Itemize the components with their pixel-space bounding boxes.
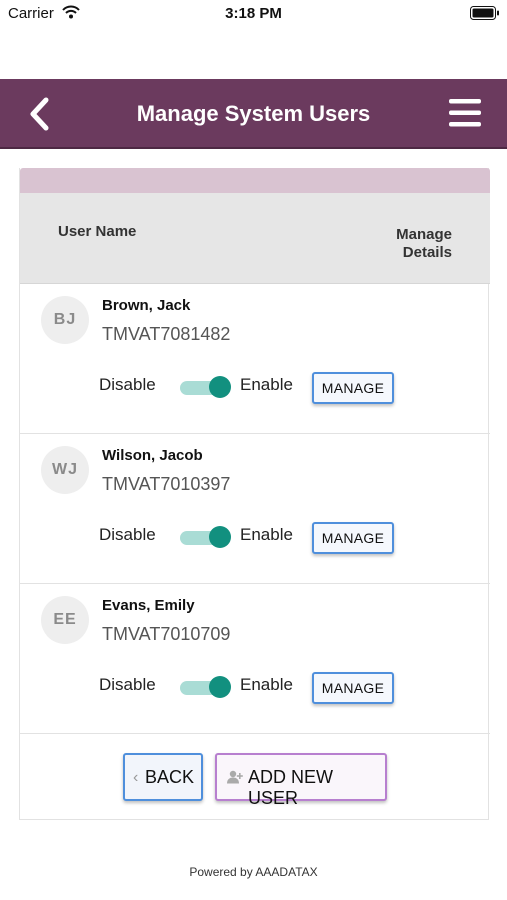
manage-button[interactable]: MANAGE xyxy=(312,372,394,404)
add-new-user-button[interactable]: ADD NEW USER xyxy=(215,753,387,808)
page-title: Manage System Users xyxy=(136,101,371,126)
avatar: EE xyxy=(41,596,89,644)
column-header-manage-line1: Manage xyxy=(396,226,452,243)
disable-label: Disable xyxy=(99,675,156,694)
user-row: BJ Brown, Jack TMVAT7081482 Disable Enab… xyxy=(20,284,490,434)
user-name: Brown, Jack xyxy=(102,297,191,314)
enable-toggle[interactable] xyxy=(180,376,232,398)
footer-actions: ‹ BACK ADD NEW USER xyxy=(20,734,490,820)
user-id: TMVAT7081482 xyxy=(102,324,231,344)
app-header: Manage System Users xyxy=(0,79,507,149)
disable-label: Disable xyxy=(99,525,156,544)
users-panel: User Name Manage Details BJ Brown, Jack … xyxy=(19,168,490,820)
manage-button[interactable]: MANAGE xyxy=(312,672,394,704)
column-header-manage-line2: Details xyxy=(402,244,452,261)
powered-by-text: Powered by AAADATAX xyxy=(189,865,318,879)
enable-label: Enable xyxy=(240,375,293,394)
disable-label: Disable xyxy=(99,375,156,394)
user-row: WJ Wilson, Jacob TMVAT7010397 Disable En… xyxy=(20,434,490,584)
status-time: 3:18 PM xyxy=(225,5,282,22)
column-header-username: User Name xyxy=(58,223,137,240)
enable-toggle[interactable] xyxy=(180,676,232,698)
toggle-knob xyxy=(209,526,231,548)
manage-button[interactable]: MANAGE xyxy=(312,522,394,554)
user-id: TMVAT7010709 xyxy=(102,624,231,644)
menu-button[interactable] xyxy=(447,97,483,129)
back-button-label: BACK xyxy=(145,767,195,787)
back-button[interactable]: ‹ BACK xyxy=(123,753,203,801)
hamburger-menu-icon xyxy=(449,99,481,127)
chevron-left-small-icon: ‹ xyxy=(133,769,139,786)
avatar: BJ xyxy=(41,296,89,344)
enable-label: Enable xyxy=(240,525,293,544)
table-header: User Name Manage Details xyxy=(20,193,490,284)
enable-label: Enable xyxy=(240,675,293,694)
user-name: Wilson, Jacob xyxy=(102,447,203,464)
panel-topbar xyxy=(20,168,490,193)
user-name: Evans, Emily xyxy=(102,597,195,614)
column-header-manage-details: Manage Details xyxy=(396,226,452,262)
avatar: WJ xyxy=(41,446,89,494)
enable-toggle[interactable] xyxy=(180,526,232,548)
user-id: TMVAT7010397 xyxy=(102,474,231,494)
toggle-knob xyxy=(209,676,231,698)
add-user-icon xyxy=(226,770,244,789)
add-new-user-label: ADD NEW USER xyxy=(248,767,333,808)
battery-icon xyxy=(470,6,500,25)
status-bar: Carrier 3:18 PM xyxy=(0,0,507,28)
user-row: EE Evans, Emily TMVAT7010709 Disable Ena… xyxy=(20,584,490,734)
toggle-knob xyxy=(209,376,231,398)
